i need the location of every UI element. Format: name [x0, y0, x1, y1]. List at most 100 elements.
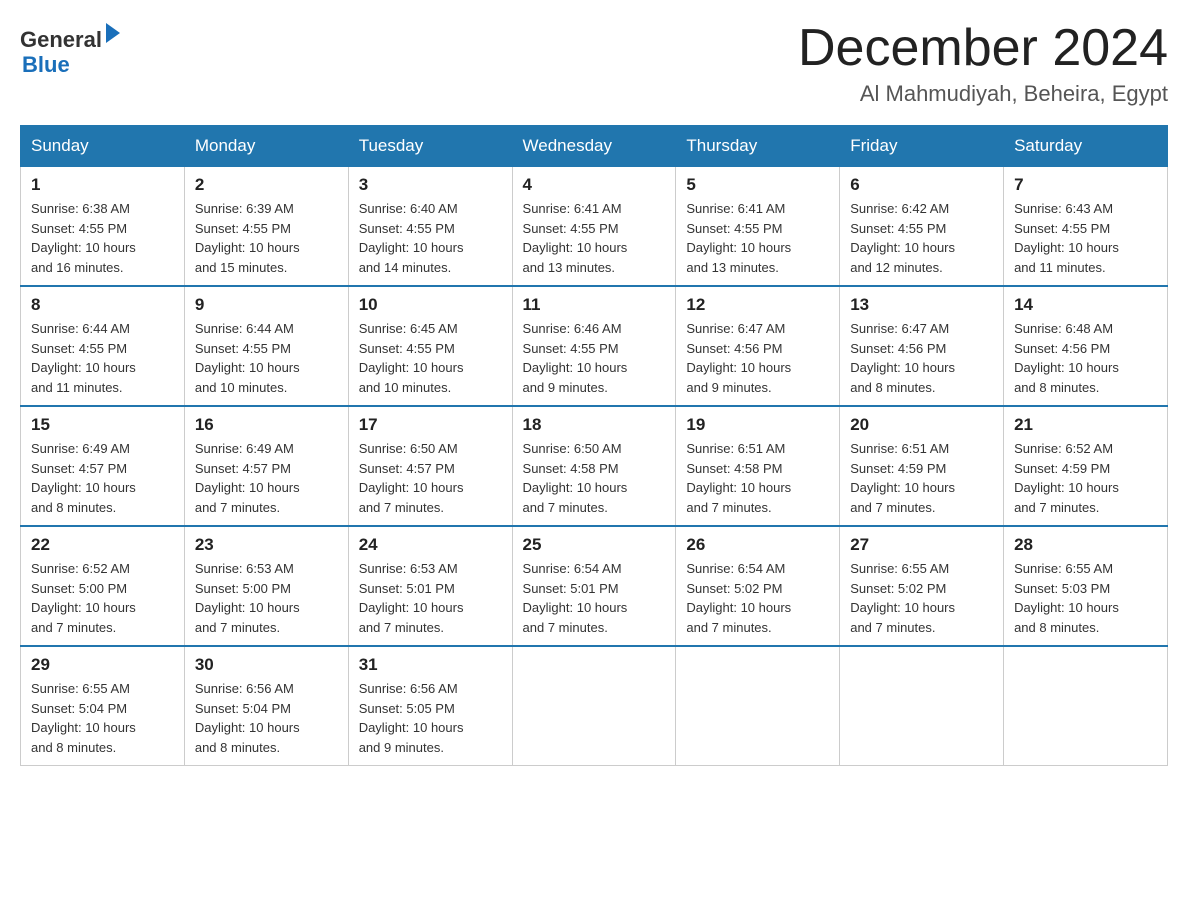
day-number: 22 [31, 535, 174, 555]
calendar-cell: 28Sunrise: 6:55 AM Sunset: 5:03 PM Dayli… [1004, 526, 1168, 646]
day-info: Sunrise: 6:45 AM Sunset: 4:55 PM Dayligh… [359, 319, 502, 397]
day-number: 16 [195, 415, 338, 435]
calendar-cell: 6 Sunrise: 6:42 AM Sunset: 4:55 PM Daylig… [840, 167, 1004, 287]
calendar-week-3: 15 Sunrise: 6:49 AM Sunset: 4:57 PM Dayli… [21, 406, 1168, 526]
calendar-cell: 30 Sunrise: 6:56 AM Sunset: 5:04 PM Dayli… [184, 646, 348, 766]
calendar-cell: 16 Sunrise: 6:49 AM Sunset: 4:57 PM Dayli… [184, 406, 348, 526]
day-info: Sunrise: 6:56 AM Sunset: 5:05 PM Dayligh… [359, 679, 502, 757]
day-info: Sunrise: 6:51 AM Sunset: 4:59 PM Dayligh… [850, 439, 993, 517]
day-info: Sunrise: 6:52 AM Sunset: 5:00 PM Dayligh… [31, 559, 174, 637]
day-info: Sunrise: 6:43 AM Sunset: 4:55 PM Dayligh… [1014, 199, 1157, 277]
calendar-week-5: 29 Sunrise: 6:55 AM Sunset: 5:04 PM Dayli… [21, 646, 1168, 766]
day-number: 18 [523, 415, 666, 435]
day-number: 6 [850, 175, 993, 195]
calendar-cell: 15 Sunrise: 6:49 AM Sunset: 4:57 PM Dayli… [21, 406, 185, 526]
day-number: 7 [1014, 175, 1157, 195]
calendar-cell: 24Sunrise: 6:53 AM Sunset: 5:01 PM Dayli… [348, 526, 512, 646]
day-number: 31 [359, 655, 502, 675]
calendar-week-2: 8 Sunrise: 6:44 AM Sunset: 4:55 PM Daylig… [21, 286, 1168, 406]
calendar-cell: 3Sunrise: 6:40 AM Sunset: 4:55 PM Daylig… [348, 167, 512, 287]
calendar-cell: 20 Sunrise: 6:51 AM Sunset: 4:59 PM Dayli… [840, 406, 1004, 526]
page-header: General Blue December 2024 Al Mahmudiyah… [20, 20, 1168, 107]
calendar-cell [676, 646, 840, 766]
calendar-header: Sunday Monday Tuesday Wednesday Thursday… [21, 126, 1168, 167]
location-text: Al Mahmudiyah, Beheira, Egypt [798, 81, 1168, 107]
day-info: Sunrise: 6:49 AM Sunset: 4:57 PM Dayligh… [31, 439, 174, 517]
calendar-cell: 26Sunrise: 6:54 AM Sunset: 5:02 PM Dayli… [676, 526, 840, 646]
day-number: 15 [31, 415, 174, 435]
calendar-cell: 10Sunrise: 6:45 AM Sunset: 4:55 PM Dayli… [348, 286, 512, 406]
day-number: 21 [1014, 415, 1157, 435]
day-info: Sunrise: 6:46 AM Sunset: 4:55 PM Dayligh… [523, 319, 666, 397]
logo-arrow-icon [106, 23, 120, 43]
calendar-cell: 29 Sunrise: 6:55 AM Sunset: 5:04 PM Dayli… [21, 646, 185, 766]
day-number: 2 [195, 175, 338, 195]
calendar-cell [1004, 646, 1168, 766]
calendar-cell [840, 646, 1004, 766]
header-friday: Friday [840, 126, 1004, 167]
header-tuesday: Tuesday [348, 126, 512, 167]
day-number: 4 [523, 175, 666, 195]
calendar-cell: 22 Sunrise: 6:52 AM Sunset: 5:00 PM Dayli… [21, 526, 185, 646]
calendar-cell: 7 Sunrise: 6:43 AM Sunset: 4:55 PM Daylig… [1004, 167, 1168, 287]
day-number: 1 [31, 175, 174, 195]
day-info: Sunrise: 6:41 AM Sunset: 4:55 PM Dayligh… [686, 199, 829, 277]
calendar-cell: 5Sunrise: 6:41 AM Sunset: 4:55 PM Daylig… [676, 167, 840, 287]
header-wednesday: Wednesday [512, 126, 676, 167]
day-number: 30 [195, 655, 338, 675]
day-info: Sunrise: 6:47 AM Sunset: 4:56 PM Dayligh… [686, 319, 829, 397]
day-number: 27 [850, 535, 993, 555]
calendar-cell [512, 646, 676, 766]
day-number: 26 [686, 535, 829, 555]
day-info: Sunrise: 6:56 AM Sunset: 5:04 PM Dayligh… [195, 679, 338, 757]
day-info: Sunrise: 6:42 AM Sunset: 4:55 PM Dayligh… [850, 199, 993, 277]
calendar-cell: 4Sunrise: 6:41 AM Sunset: 4:55 PM Daylig… [512, 167, 676, 287]
calendar-cell: 2 Sunrise: 6:39 AM Sunset: 4:55 PM Daylig… [184, 167, 348, 287]
calendar-body: 1 Sunrise: 6:38 AM Sunset: 4:55 PM Daylig… [21, 167, 1168, 766]
day-number: 17 [359, 415, 502, 435]
day-number: 24 [359, 535, 502, 555]
calendar-cell: 11 Sunrise: 6:46 AM Sunset: 4:55 PM Dayli… [512, 286, 676, 406]
calendar-cell: 19Sunrise: 6:51 AM Sunset: 4:58 PM Dayli… [676, 406, 840, 526]
logo-text-blue: Blue [22, 52, 70, 78]
day-number: 25 [523, 535, 666, 555]
day-info: Sunrise: 6:49 AM Sunset: 4:57 PM Dayligh… [195, 439, 338, 517]
day-number: 11 [523, 295, 666, 315]
day-number: 13 [850, 295, 993, 315]
day-info: Sunrise: 6:50 AM Sunset: 4:57 PM Dayligh… [359, 439, 502, 517]
day-info: Sunrise: 6:50 AM Sunset: 4:58 PM Dayligh… [523, 439, 666, 517]
calendar-week-1: 1 Sunrise: 6:38 AM Sunset: 4:55 PM Daylig… [21, 167, 1168, 287]
calendar-cell: 12Sunrise: 6:47 AM Sunset: 4:56 PM Dayli… [676, 286, 840, 406]
day-info: Sunrise: 6:53 AM Sunset: 5:00 PM Dayligh… [195, 559, 338, 637]
day-info: Sunrise: 6:54 AM Sunset: 5:01 PM Dayligh… [523, 559, 666, 637]
calendar-cell: 31 Sunrise: 6:56 AM Sunset: 5:05 PM Dayli… [348, 646, 512, 766]
day-info: Sunrise: 6:40 AM Sunset: 4:55 PM Dayligh… [359, 199, 502, 277]
day-info: Sunrise: 6:51 AM Sunset: 4:58 PM Dayligh… [686, 439, 829, 517]
day-number: 28 [1014, 535, 1157, 555]
day-info: Sunrise: 6:44 AM Sunset: 4:55 PM Dayligh… [195, 319, 338, 397]
day-number: 14 [1014, 295, 1157, 315]
day-number: 29 [31, 655, 174, 675]
day-info: Sunrise: 6:44 AM Sunset: 4:55 PM Dayligh… [31, 319, 174, 397]
calendar-cell: 27Sunrise: 6:55 AM Sunset: 5:02 PM Dayli… [840, 526, 1004, 646]
calendar-cell: 9 Sunrise: 6:44 AM Sunset: 4:55 PM Daylig… [184, 286, 348, 406]
day-info: Sunrise: 6:52 AM Sunset: 4:59 PM Dayligh… [1014, 439, 1157, 517]
logo-text-general: General [20, 28, 102, 52]
day-number: 9 [195, 295, 338, 315]
day-info: Sunrise: 6:55 AM Sunset: 5:04 PM Dayligh… [31, 679, 174, 757]
header-monday: Monday [184, 126, 348, 167]
day-info: Sunrise: 6:38 AM Sunset: 4:55 PM Dayligh… [31, 199, 174, 277]
day-number: 8 [31, 295, 174, 315]
day-info: Sunrise: 6:39 AM Sunset: 4:55 PM Dayligh… [195, 199, 338, 277]
logo: General Blue [20, 28, 120, 78]
header-thursday: Thursday [676, 126, 840, 167]
title-area: December 2024 Al Mahmudiyah, Beheira, Eg… [798, 20, 1168, 107]
header-saturday: Saturday [1004, 126, 1168, 167]
calendar-cell: 23 Sunrise: 6:53 AM Sunset: 5:00 PM Dayli… [184, 526, 348, 646]
day-number: 23 [195, 535, 338, 555]
calendar-cell: 8 Sunrise: 6:44 AM Sunset: 4:55 PM Daylig… [21, 286, 185, 406]
calendar-week-4: 22 Sunrise: 6:52 AM Sunset: 5:00 PM Dayli… [21, 526, 1168, 646]
calendar-cell: 1 Sunrise: 6:38 AM Sunset: 4:55 PM Daylig… [21, 167, 185, 287]
month-title: December 2024 [798, 20, 1168, 77]
day-number: 20 [850, 415, 993, 435]
